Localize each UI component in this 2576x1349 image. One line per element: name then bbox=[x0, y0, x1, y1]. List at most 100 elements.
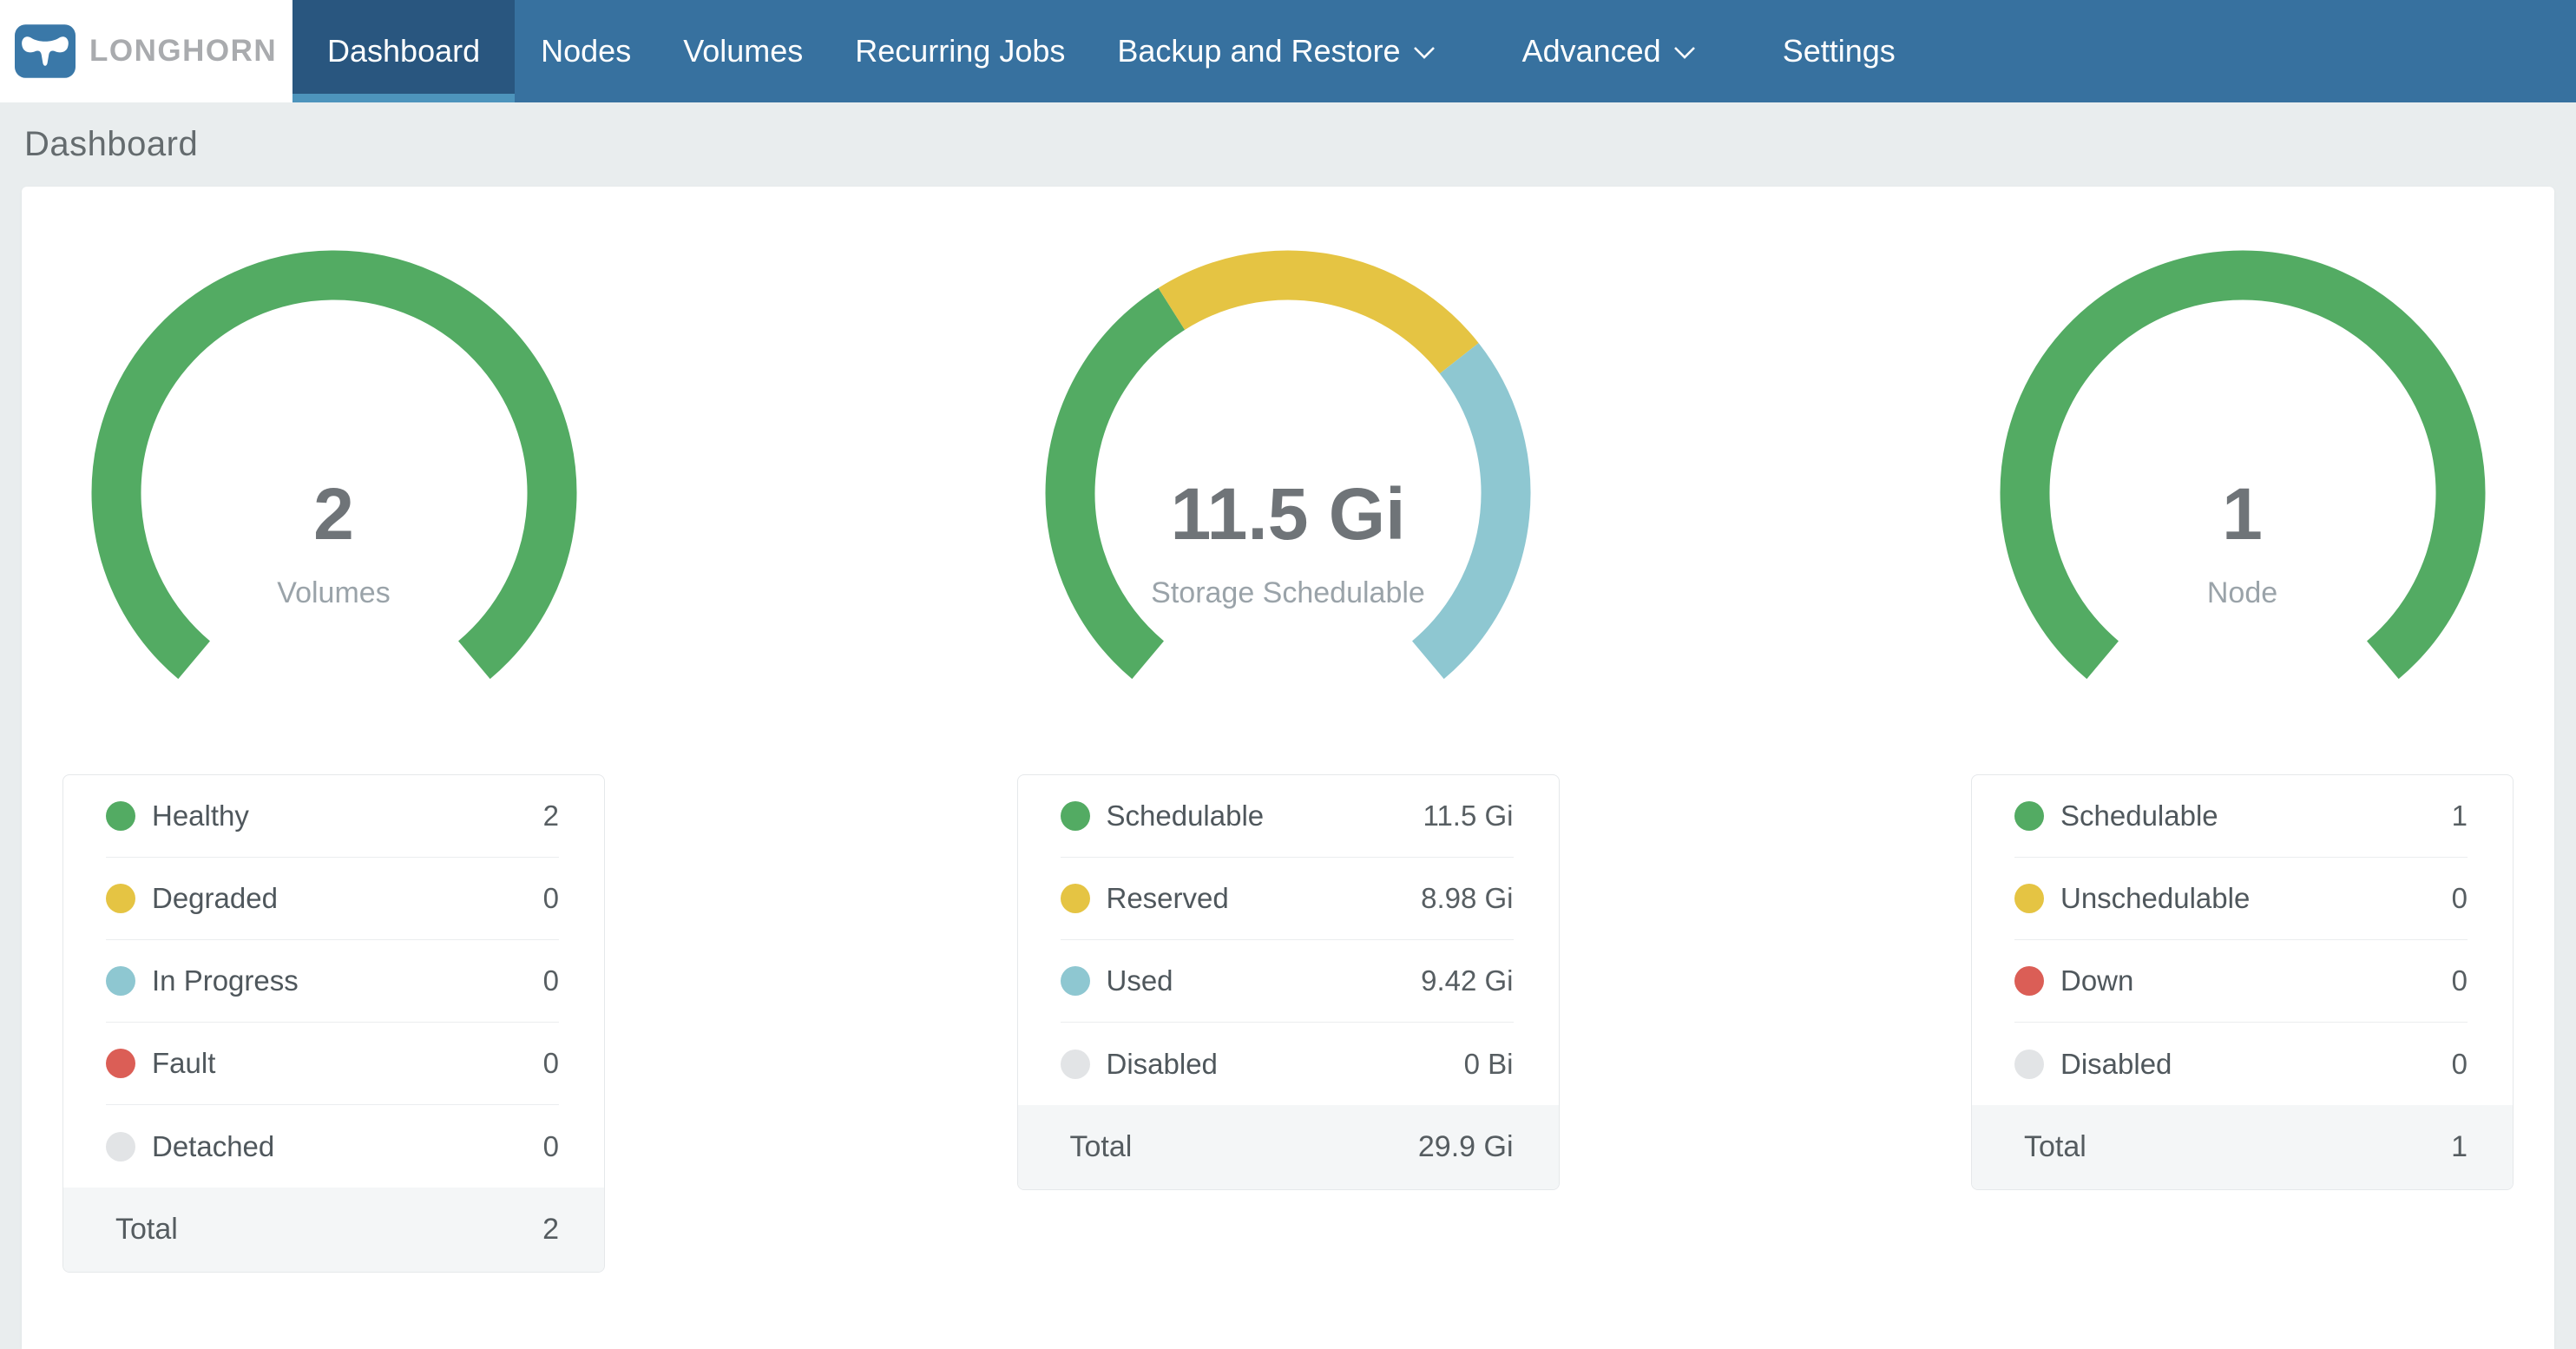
legend-total-row: Total 1 bbox=[1972, 1105, 2513, 1189]
legend-value: 9.42 Gi bbox=[1421, 964, 1513, 997]
legend-row: Down 0 bbox=[2014, 940, 2468, 1023]
nav-label: Advanced bbox=[1522, 33, 1661, 69]
storage-legend: Schedulable 11.5 Gi Reserved 8.98 Gi Use… bbox=[1017, 774, 1560, 1190]
legend-label: Reserved bbox=[1107, 882, 1229, 915]
nav-item-dashboard[interactable]: Dashboard bbox=[292, 0, 515, 102]
volumes-gauge: 2 Volumes bbox=[91, 250, 577, 736]
total-value: 1 bbox=[2451, 1130, 2468, 1164]
gauge-center-label: Node bbox=[2000, 578, 2486, 608]
fault-status-dot bbox=[106, 1049, 135, 1078]
legend-value: 11.5 Gi bbox=[1423, 800, 1514, 832]
legend-label: In Progress bbox=[152, 964, 299, 997]
dashboard-card: 2 Volumes Healthy 2 Degraded 0 In Progre… bbox=[22, 187, 2554, 1349]
total-value: 2 bbox=[542, 1213, 559, 1247]
total-label: Total bbox=[1070, 1130, 1133, 1164]
schedulable-status-dot bbox=[1061, 801, 1090, 831]
nav-item-settings[interactable]: Settings bbox=[1757, 0, 1922, 102]
brand-logo[interactable]: LONGHORN bbox=[0, 0, 292, 102]
legend-label: Unschedulable bbox=[2060, 882, 2250, 915]
gauge-center-value: 11.5 Gi bbox=[1045, 477, 1531, 550]
legend-value: 0 bbox=[543, 1047, 559, 1080]
legend-label: Fault bbox=[152, 1047, 215, 1080]
legend-total-row: Total 29.9 Gi bbox=[1018, 1105, 1559, 1189]
gauge-center-value: 2 bbox=[91, 477, 577, 550]
gauge-center-label: Storage Schedulable bbox=[1045, 578, 1531, 608]
nav-label: Recurring Jobs bbox=[855, 33, 1065, 69]
legend-row: Used 9.42 Gi bbox=[1061, 940, 1514, 1023]
detached-status-dot bbox=[106, 1132, 135, 1161]
legend-label: Disabled bbox=[1107, 1048, 1218, 1081]
legend-row: In Progress 0 bbox=[106, 940, 559, 1023]
node-column: 1 Node Schedulable 1 Unschedulable 0 Dow… bbox=[1971, 250, 2514, 1349]
nav-label: Settings bbox=[1783, 33, 1896, 69]
legend-row: Fault 0 bbox=[106, 1023, 559, 1105]
storage-gauge: 11.5 Gi Storage Schedulable bbox=[1045, 250, 1531, 736]
legend-value: 2 bbox=[543, 800, 559, 832]
node-legend: Schedulable 1 Unschedulable 0 Down 0 Dis… bbox=[1971, 774, 2514, 1190]
legend-value: 0 bbox=[543, 964, 559, 997]
page-header: Dashboard bbox=[0, 102, 2576, 187]
nav-item-nodes[interactable]: Nodes bbox=[515, 0, 657, 102]
legend-row: Healthy 2 bbox=[106, 775, 559, 858]
disabled-status-dot bbox=[1061, 1050, 1090, 1079]
legend-total-row: Total 2 bbox=[63, 1188, 604, 1272]
legend-label: Schedulable bbox=[1107, 800, 1265, 832]
legend-label: Schedulable bbox=[2060, 800, 2218, 832]
chevron-down-icon bbox=[1673, 46, 1696, 60]
main-nav: Dashboard Nodes Volumes Recurring Jobs B… bbox=[292, 0, 1922, 102]
longhorn-bull-icon bbox=[15, 24, 76, 78]
legend-label: Detached bbox=[152, 1130, 274, 1163]
top-navbar: LONGHORN Dashboard Nodes Volumes Recurri… bbox=[0, 0, 2576, 102]
nav-label: Nodes bbox=[541, 33, 631, 69]
nav-label: Backup and Restore bbox=[1117, 33, 1400, 69]
legend-row: Degraded 0 bbox=[106, 858, 559, 940]
disabled-status-dot bbox=[2014, 1050, 2044, 1079]
down-status-dot bbox=[2014, 966, 2044, 996]
page-title: Dashboard bbox=[24, 125, 198, 164]
legend-row: Schedulable 1 bbox=[2014, 775, 2468, 858]
legend-label: Used bbox=[1107, 964, 1173, 997]
legend-value: 0 bbox=[543, 882, 559, 915]
legend-value: 0 bbox=[2452, 964, 2468, 997]
legend-value: 0 bbox=[2452, 882, 2468, 915]
gauge-center-value: 1 bbox=[2000, 477, 2486, 550]
legend-value: 8.98 Gi bbox=[1421, 882, 1513, 915]
gauge-center-label: Volumes bbox=[91, 578, 577, 608]
legend-label: Degraded bbox=[152, 882, 278, 915]
in-progress-status-dot bbox=[106, 966, 135, 996]
storage-column: 11.5 Gi Storage Schedulable Schedulable … bbox=[1017, 250, 1560, 1349]
degraded-status-dot bbox=[106, 884, 135, 913]
nav-item-recurring-jobs[interactable]: Recurring Jobs bbox=[829, 0, 1091, 102]
legend-row: Detached 0 bbox=[106, 1105, 559, 1188]
legend-row: Schedulable 11.5 Gi bbox=[1061, 775, 1514, 858]
volumes-column: 2 Volumes Healthy 2 Degraded 0 In Progre… bbox=[62, 250, 605, 1349]
volumes-legend: Healthy 2 Degraded 0 In Progress 0 Fault… bbox=[62, 774, 605, 1273]
reserved-status-dot bbox=[1061, 884, 1090, 913]
nav-label: Dashboard bbox=[327, 33, 480, 69]
nav-item-backup-and-restore[interactable]: Backup and Restore bbox=[1091, 0, 1461, 102]
nav-item-volumes[interactable]: Volumes bbox=[657, 0, 829, 102]
legend-label: Down bbox=[2060, 964, 2133, 997]
legend-row: Disabled 0 Bi bbox=[1061, 1023, 1514, 1105]
legend-value: 0 bbox=[2452, 1048, 2468, 1081]
legend-value: 0 Bi bbox=[1464, 1048, 1514, 1081]
total-label: Total bbox=[2024, 1130, 2086, 1164]
schedulable-status-dot bbox=[2014, 801, 2044, 831]
unschedulable-status-dot bbox=[2014, 884, 2044, 913]
legend-label: Healthy bbox=[152, 800, 249, 832]
node-gauge: 1 Node bbox=[2000, 250, 2486, 736]
legend-row: Unschedulable 0 bbox=[2014, 858, 2468, 940]
used-status-dot bbox=[1061, 966, 1090, 996]
nav-label: Volumes bbox=[683, 33, 803, 69]
total-label: Total bbox=[115, 1213, 178, 1247]
chevron-down-icon bbox=[1413, 46, 1436, 60]
total-value: 29.9 Gi bbox=[1418, 1130, 1514, 1164]
nav-item-advanced[interactable]: Advanced bbox=[1496, 0, 1722, 102]
legend-value: 1 bbox=[2452, 800, 2468, 832]
legend-value: 0 bbox=[543, 1130, 559, 1163]
legend-row: Reserved 8.98 Gi bbox=[1061, 858, 1514, 940]
healthy-status-dot bbox=[106, 801, 135, 831]
legend-row: Disabled 0 bbox=[2014, 1023, 2468, 1105]
active-tab-indicator bbox=[292, 94, 515, 102]
legend-label: Disabled bbox=[2060, 1048, 2172, 1081]
